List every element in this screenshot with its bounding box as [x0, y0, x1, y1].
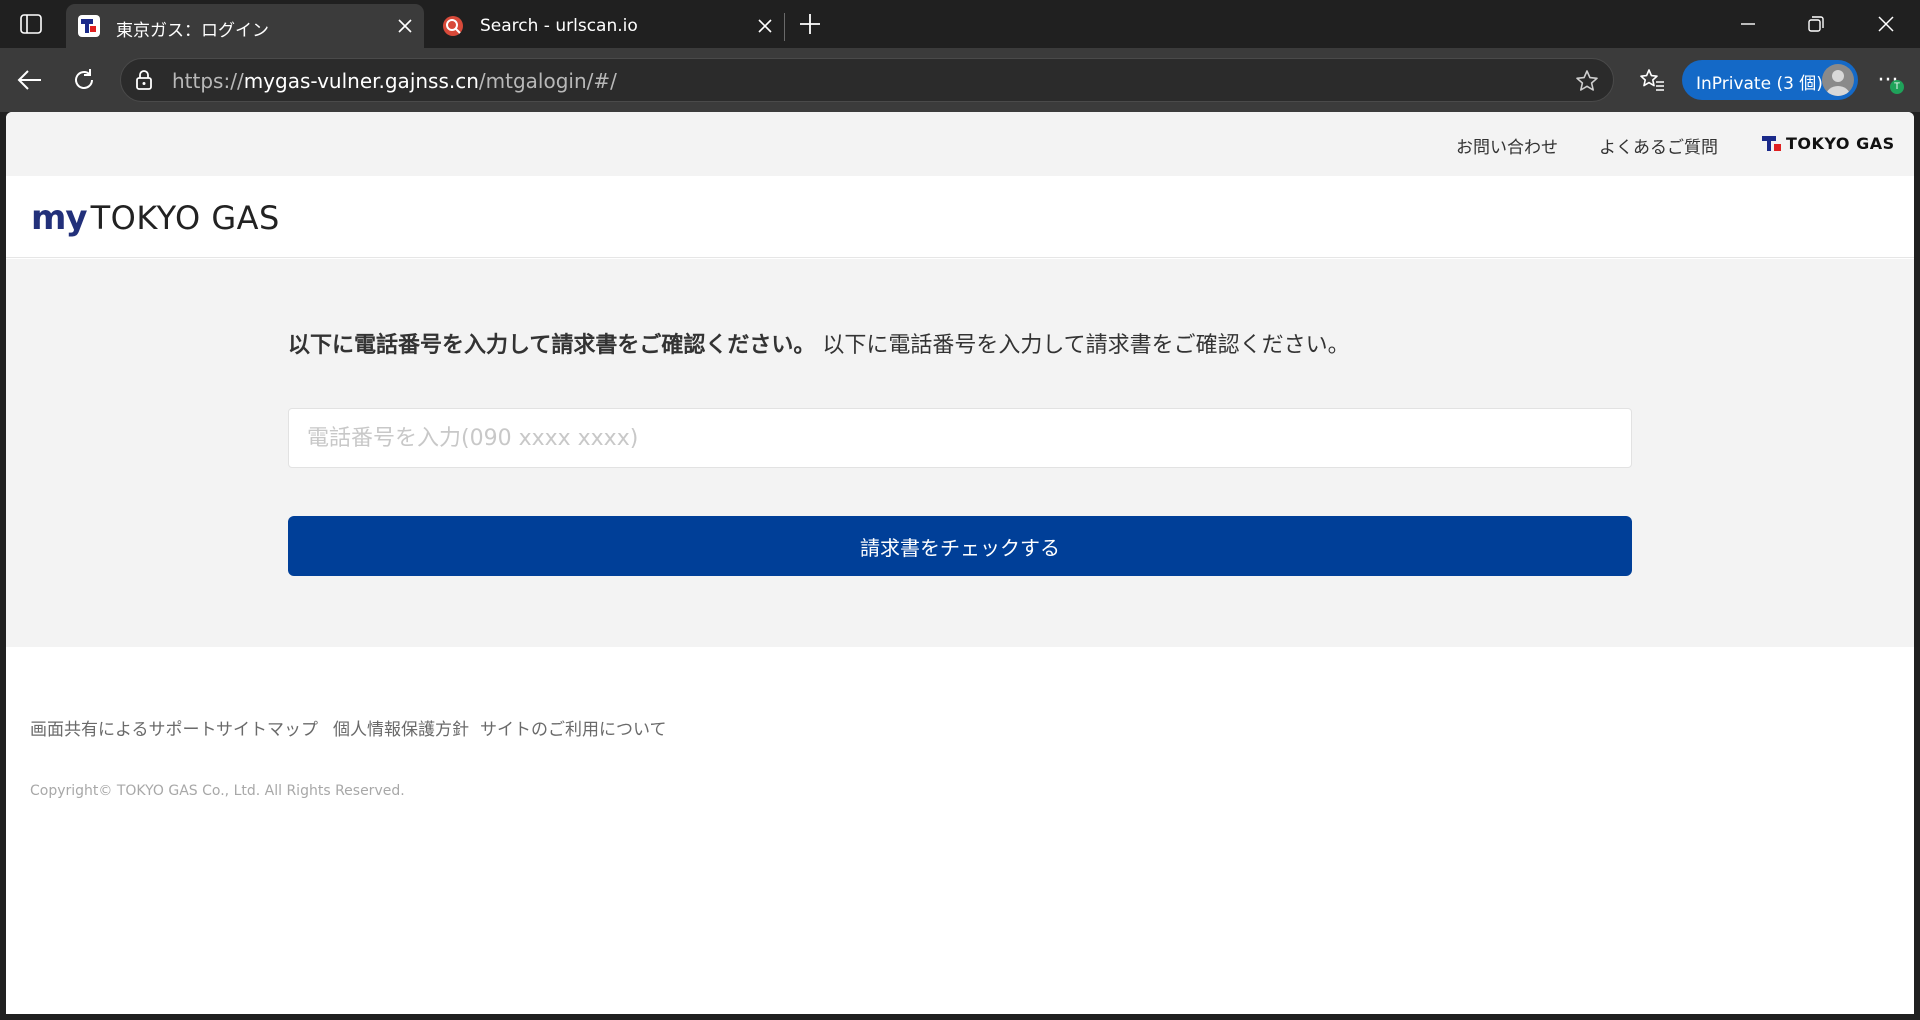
check-invoice-button[interactable]: 請求書をチェックする	[288, 516, 1632, 576]
urlscan-favicon-icon	[443, 16, 463, 36]
site-footer: 画面共有によるサポート サイトマップ 個人情報保護方針 サイトのご利用について …	[6, 647, 1914, 1014]
url-text: https://mygas-vulner.gajnss.cn/mtgalogin…	[172, 69, 617, 93]
tab-separator	[784, 13, 785, 41]
refresh-icon[interactable]	[66, 62, 102, 98]
inprivate-label: InPrivate (3 個)	[1696, 74, 1823, 94]
new-tab-icon[interactable]	[794, 8, 826, 40]
copyright-text: Copyright© TOKYO GAS Co., Ltd. All Right…	[30, 783, 405, 799]
close-tab-icon[interactable]	[394, 15, 416, 37]
footer-link-sitemap[interactable]: サイトマップ	[216, 715, 318, 740]
favorite-star-icon[interactable]	[1575, 69, 1599, 93]
favorites-icon[interactable]	[1634, 62, 1670, 98]
instruction-regular: 以下に電話番号を入力して請求書をご確認ください。	[822, 333, 1350, 358]
browser-tab-bar: 東京ガス：ログイン Search - urlscan.io	[0, 0, 1920, 48]
minimize-icon[interactable]	[1728, 8, 1768, 40]
sidebar-toggle-icon[interactable]	[14, 10, 48, 38]
close-tab-icon[interactable]	[754, 15, 776, 37]
url-path: /mtgalogin/#/	[478, 69, 617, 93]
phone-number-input[interactable]	[288, 408, 1632, 468]
lock-icon[interactable]	[133, 69, 155, 91]
close-window-icon[interactable]	[1866, 8, 1906, 40]
address-bar[interactable]: https://mygas-vulner.gajnss.cn/mtgalogin…	[120, 58, 1614, 102]
tokyo-gas-mark-icon	[1762, 135, 1781, 151]
tab-title: 東京ガス：ログイン	[116, 21, 269, 41]
tokyo-gas-logo[interactable]: TOKYO GAS	[1762, 134, 1895, 153]
instruction-bold: 以下に電話番号を入力して請求書をご確認ください。	[288, 333, 816, 358]
my-tokyo-gas-logo[interactable]: my TOKYO GAS	[31, 198, 280, 238]
brand-my: my	[31, 198, 88, 238]
tokyo-gas-favicon-icon	[78, 15, 100, 37]
more-menu-button[interactable]: ··· T	[1870, 62, 1906, 98]
tab-tokyo-gas-login[interactable]: 東京ガス：ログイン	[66, 4, 424, 48]
footer-link-privacy-policy[interactable]: 個人情報保護方針	[333, 715, 469, 740]
utility-bar: お問い合わせ よくあるご質問 TOKYO GAS	[6, 112, 1914, 176]
tab-urlscan-search[interactable]: Search - urlscan.io	[430, 4, 784, 48]
faq-link[interactable]: よくあるご質問	[1599, 133, 1718, 158]
tab-title: Search - urlscan.io	[480, 16, 638, 36]
tokyo-gas-logo-text: TOKYO GAS	[1786, 134, 1895, 153]
footer-link-screen-share-support[interactable]: 画面共有によるサポート	[30, 715, 217, 740]
site-header: my TOKYO GAS	[6, 176, 1914, 258]
inprivate-button[interactable]: InPrivate (3 個)	[1682, 60, 1858, 100]
contact-link[interactable]: お問い合わせ	[1456, 133, 1558, 158]
profile-avatar	[1822, 64, 1854, 96]
url-scheme: https://	[172, 69, 244, 93]
notification-badge: T	[1890, 80, 1904, 94]
login-section: 以下に電話番号を入力して請求書をご確認ください。 以下に電話番号を入力して請求書…	[6, 259, 1914, 647]
browser-toolbar: https://mygas-vulner.gajnss.cn/mtgalogin…	[0, 48, 1920, 112]
restore-icon[interactable]	[1796, 8, 1836, 40]
back-arrow-icon[interactable]	[12, 62, 48, 98]
instruction-text: 以下に電話番号を入力して請求書をご確認ください。 以下に電話番号を入力して請求書…	[288, 327, 1350, 359]
brand-name: TOKYO GAS	[90, 199, 280, 237]
footer-link-terms-of-use[interactable]: サイトのご利用について	[480, 715, 667, 740]
url-host: mygas-vulner.gajnss.cn	[243, 69, 479, 93]
web-page: お問い合わせ よくあるご質問 TOKYO GAS my TOKYO GAS 以下…	[6, 112, 1914, 1014]
